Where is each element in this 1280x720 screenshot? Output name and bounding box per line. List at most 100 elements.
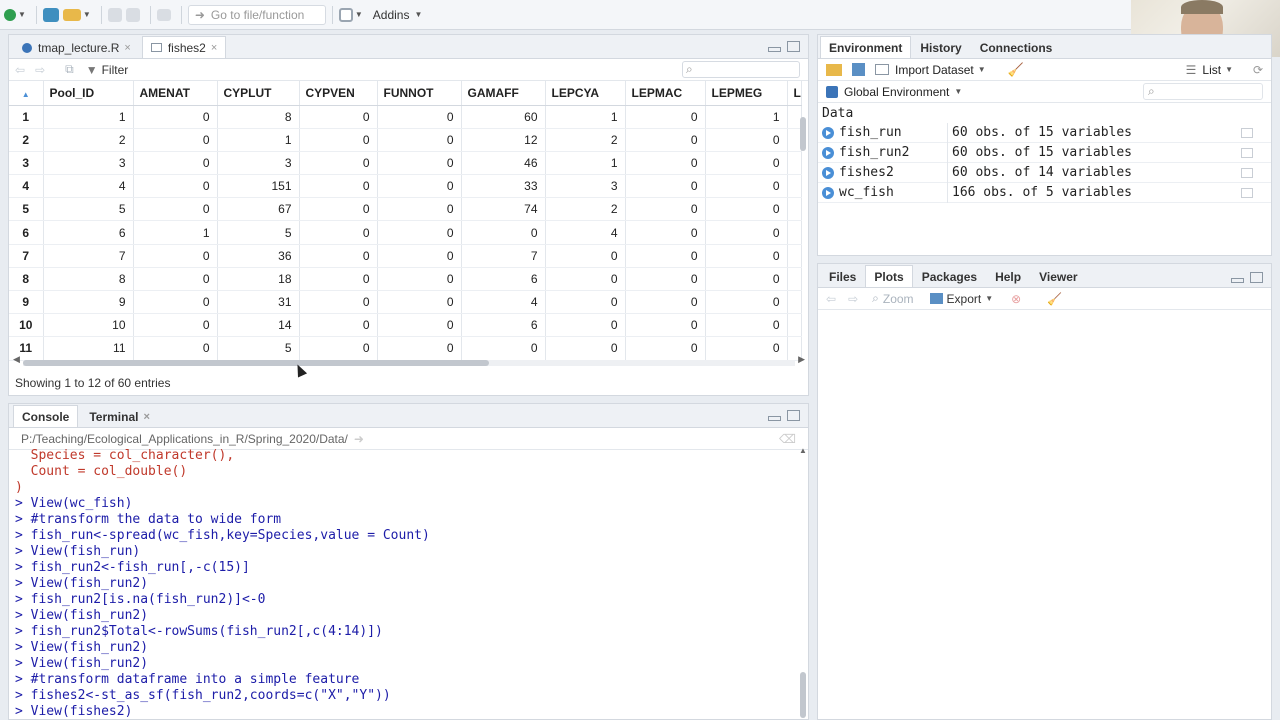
tab-history[interactable]: History: [911, 36, 970, 58]
maximize-icon[interactable]: [1250, 272, 1263, 283]
broom-icon[interactable]: 🧹: [1008, 62, 1024, 78]
back-arrow-icon[interactable]: ⇦: [826, 292, 836, 306]
chevron-down-icon: ▼: [954, 87, 963, 96]
view-mode-select[interactable]: ☰ List ▼: [1186, 63, 1233, 77]
console-output[interactable]: Species = col_character(), Count = col_d…: [15, 448, 795, 720]
column-header[interactable]: LEPCYA: [545, 81, 626, 106]
env-object-row[interactable]: fish_run 60 obs. of 15 variables: [818, 122, 1271, 143]
column-header[interactable]: LEPMAC: [625, 81, 706, 106]
list-icon: ☰: [1185, 62, 1197, 77]
tab-connections[interactable]: Connections: [971, 36, 1062, 58]
tab-viewer[interactable]: Viewer: [1030, 265, 1086, 287]
print-button[interactable]: [156, 4, 171, 26]
close-icon[interactable]: ×: [143, 411, 149, 423]
maximize-icon[interactable]: [787, 410, 800, 421]
scroll-left-icon[interactable]: ◀: [13, 354, 20, 365]
table-row: 9 9 0 31 0 0 4 0 0 0: [9, 290, 802, 315]
tab-plots[interactable]: Plots: [865, 265, 913, 287]
addins-menu[interactable]: Addins ▼: [373, 8, 423, 22]
tab-environment[interactable]: Environment: [820, 36, 912, 58]
env-object-row[interactable]: wc_fish 166 obs. of 5 variables: [818, 182, 1271, 203]
filter-button[interactable]: ▼ Filter: [86, 63, 129, 77]
import-dataset-button[interactable]: Import Dataset ▼: [875, 63, 986, 77]
env-search-input[interactable]: ⌕: [1143, 83, 1263, 100]
table-cell: 2: [545, 197, 626, 222]
load-workspace-icon[interactable]: [826, 63, 842, 76]
save-workspace-icon[interactable]: [852, 63, 865, 76]
view-table-icon[interactable]: [1241, 188, 1253, 198]
close-icon[interactable]: ×: [124, 42, 130, 54]
forward-arrow-icon[interactable]: ⇨: [35, 63, 45, 77]
column-header[interactable]: FUNNOT: [377, 81, 462, 106]
goto-dir-icon[interactable]: ➜: [354, 432, 364, 446]
env-object-row[interactable]: fishes2 60 obs. of 14 variables: [818, 162, 1271, 183]
remove-plot-icon[interactable]: ⊗: [1011, 292, 1021, 306]
column-header[interactable]: CYPLUT: [217, 81, 300, 106]
minimize-icon[interactable]: [1231, 278, 1244, 283]
working-directory[interactable]: P:/Teaching/Ecological_Applications_in_R…: [9, 428, 808, 450]
export-button[interactable]: Export ▼: [929, 292, 994, 306]
column-header[interactable]: GAMAFF: [461, 81, 546, 106]
tab-packages[interactable]: Packages: [913, 265, 986, 287]
scroll-right-icon[interactable]: ▶: [798, 354, 805, 365]
pane-layout-button[interactable]: ▼: [338, 4, 363, 26]
env-object-name: fishes2: [839, 165, 894, 180]
popout-icon[interactable]: ⧉: [65, 62, 74, 77]
view-table-icon[interactable]: [1241, 168, 1253, 178]
view-table-icon[interactable]: [1241, 128, 1253, 138]
tab-tmap-lecture[interactable]: tmap_lecture.R ×: [13, 36, 140, 58]
back-arrow-icon[interactable]: ⇦: [15, 63, 25, 77]
goto-file-input[interactable]: ➜ Go to file/function: [187, 4, 326, 25]
tab-files[interactable]: Files: [820, 265, 865, 287]
row-number: 4: [9, 174, 44, 199]
column-header[interactable]: LEPMEG: [705, 81, 788, 106]
new-file-button[interactable]: ▼: [4, 4, 26, 26]
minimize-icon[interactable]: [768, 47, 781, 52]
open-file-button[interactable]: ▼: [62, 4, 91, 26]
maximize-icon[interactable]: [787, 41, 800, 52]
scrollbar-thumb[interactable]: [23, 360, 489, 366]
scroll-up-icon[interactable]: ▲: [799, 446, 807, 455]
view-table-icon[interactable]: [1241, 148, 1253, 158]
expand-icon[interactable]: [822, 146, 834, 159]
expand-icon[interactable]: [822, 166, 834, 179]
column-header[interactable]: LEPM: [787, 81, 802, 106]
expand-icon[interactable]: [822, 186, 834, 199]
table-cell: 0: [299, 313, 378, 338]
tab-console[interactable]: Console: [13, 405, 79, 427]
table-cell: 0: [625, 244, 706, 268]
chevron-down-icon: ▼: [985, 294, 994, 303]
column-header[interactable]: Pool_ID: [43, 81, 134, 106]
save-all-button[interactable]: [125, 4, 140, 26]
table-cell: 0: [377, 197, 462, 222]
scrollbar-thumb[interactable]: [800, 672, 806, 718]
tab-fishes2[interactable]: fishes2 ×: [141, 36, 227, 58]
column-header-rownum[interactable]: ▲: [9, 81, 44, 106]
new-project-button[interactable]: [42, 4, 59, 26]
close-icon[interactable]: ×: [211, 42, 217, 54]
search-input[interactable]: ⌕: [682, 61, 800, 78]
clear-console-icon[interactable]: ⌫: [779, 432, 796, 446]
console-scrollbar[interactable]: ▲: [799, 446, 807, 720]
forward-arrow-icon[interactable]: ⇨: [848, 292, 858, 306]
refresh-icon[interactable]: ⟳: [1253, 63, 1263, 77]
expand-icon[interactable]: [822, 126, 834, 139]
minimize-icon[interactable]: [768, 416, 781, 421]
table-cell: 33: [461, 174, 546, 199]
horizontal-scrollbar[interactable]: ◀ ▶: [13, 354, 805, 368]
env-object-row[interactable]: fish_run2 60 obs. of 15 variables: [818, 142, 1271, 163]
broom-icon[interactable]: 🧹: [1047, 292, 1062, 306]
tab-terminal[interactable]: Terminal ×: [80, 405, 159, 427]
column-header[interactable]: AMENAT: [133, 81, 218, 106]
scope-select[interactable]: Global Environment ▼: [826, 85, 962, 99]
column-header[interactable]: CYPVEN: [299, 81, 378, 106]
scrollbar-thumb[interactable]: [800, 117, 806, 151]
tab-help[interactable]: Help: [986, 265, 1030, 287]
env-object-value: 166 obs. of 5 variables: [952, 185, 1133, 200]
table-header-row: ▲ Pool_ID AMENAT CYPLUT CYPVEN FUNNOT GA…: [9, 81, 802, 106]
zoom-button[interactable]: ⌕ Zoom: [872, 291, 913, 306]
vertical-scrollbar[interactable]: [799, 107, 807, 355]
save-button[interactable]: [107, 4, 122, 26]
env-object-name-cell: fish_run2: [818, 142, 948, 163]
filter-icon: ▼: [85, 62, 98, 77]
